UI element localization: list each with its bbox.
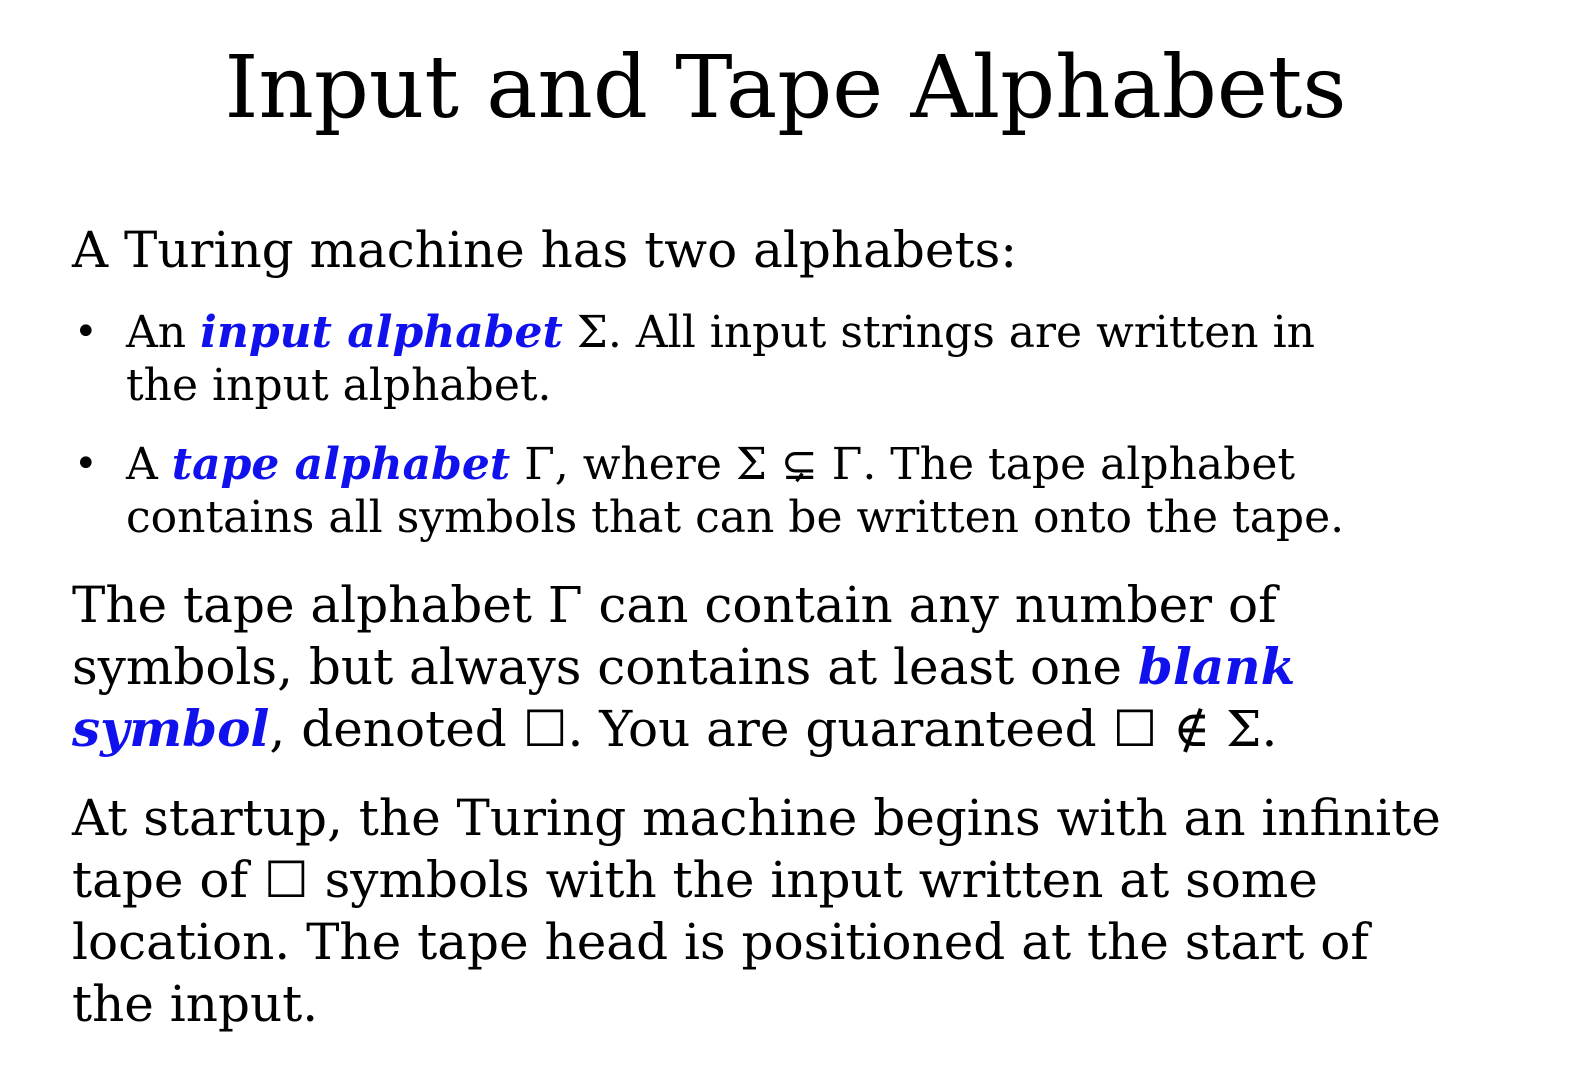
term-input-alphabet: input alphabet xyxy=(200,307,563,358)
bullet-line: A tape alphabet Γ, where Σ ⊊ Γ. The tape… xyxy=(126,438,1344,491)
slide: Input and Tape Alphabets A Turing machin… xyxy=(0,0,1571,1084)
bullet-text: A xyxy=(126,439,172,490)
paragraph-line: location. The tape head is positioned at… xyxy=(72,913,1369,971)
paragraph-line: symbol, denoted ☐. You are guaranteed ☐ … xyxy=(72,698,1295,760)
alphabet-list: • An input alphabet Σ. All input strings… xyxy=(72,306,1344,570)
slide-title: Input and Tape Alphabets xyxy=(224,38,1347,138)
startup-paragraph: At startup, the Turing machine begins wi… xyxy=(72,787,1441,1035)
blank-symbol-paragraph: The tape alphabet Γ can contain any numb… xyxy=(72,574,1295,760)
bullet-text: Γ, where Σ ⊊ Γ. The tape alphabet xyxy=(510,439,1296,490)
bullet-line: An input alphabet Σ. All input strings a… xyxy=(126,306,1344,359)
term-tape-alphabet: tape alphabet xyxy=(171,439,511,490)
bullet-icon: • xyxy=(74,441,98,487)
bullet-text: Σ. All input strings are written in xyxy=(562,307,1315,358)
paragraph-line: symbols, but always contains at least on… xyxy=(72,636,1295,698)
paragraph-line: the input. xyxy=(72,975,319,1033)
paragraph-line: tape of ☐ symbols with the input written… xyxy=(72,851,1318,909)
term-symbol: symbol xyxy=(72,699,270,758)
term-blank: blank xyxy=(1137,637,1296,696)
bullet-tape-alphabet: • A tape alphabet Γ, where Σ ⊊ Γ. The ta… xyxy=(72,438,1344,544)
paragraph-text: , denoted ☐. You are guaranteed ☐ ∉ Σ. xyxy=(269,700,1278,758)
paragraph-line: At startup, the Turing machine begins wi… xyxy=(72,789,1441,847)
paragraph-text: symbols, but always contains at least on… xyxy=(72,638,1138,696)
bullet-icon: • xyxy=(74,309,98,355)
bullet-input-alphabet: • An input alphabet Σ. All input strings… xyxy=(72,306,1344,412)
bullet-text: An xyxy=(126,307,201,358)
paragraph-line: The tape alphabet Γ can contain any numb… xyxy=(72,576,1277,634)
bullet-line: the input alphabet. xyxy=(126,360,552,411)
intro-text: A Turing machine has two alphabets: xyxy=(72,221,1018,279)
bullet-line: contains all symbols that can be written… xyxy=(126,492,1345,543)
